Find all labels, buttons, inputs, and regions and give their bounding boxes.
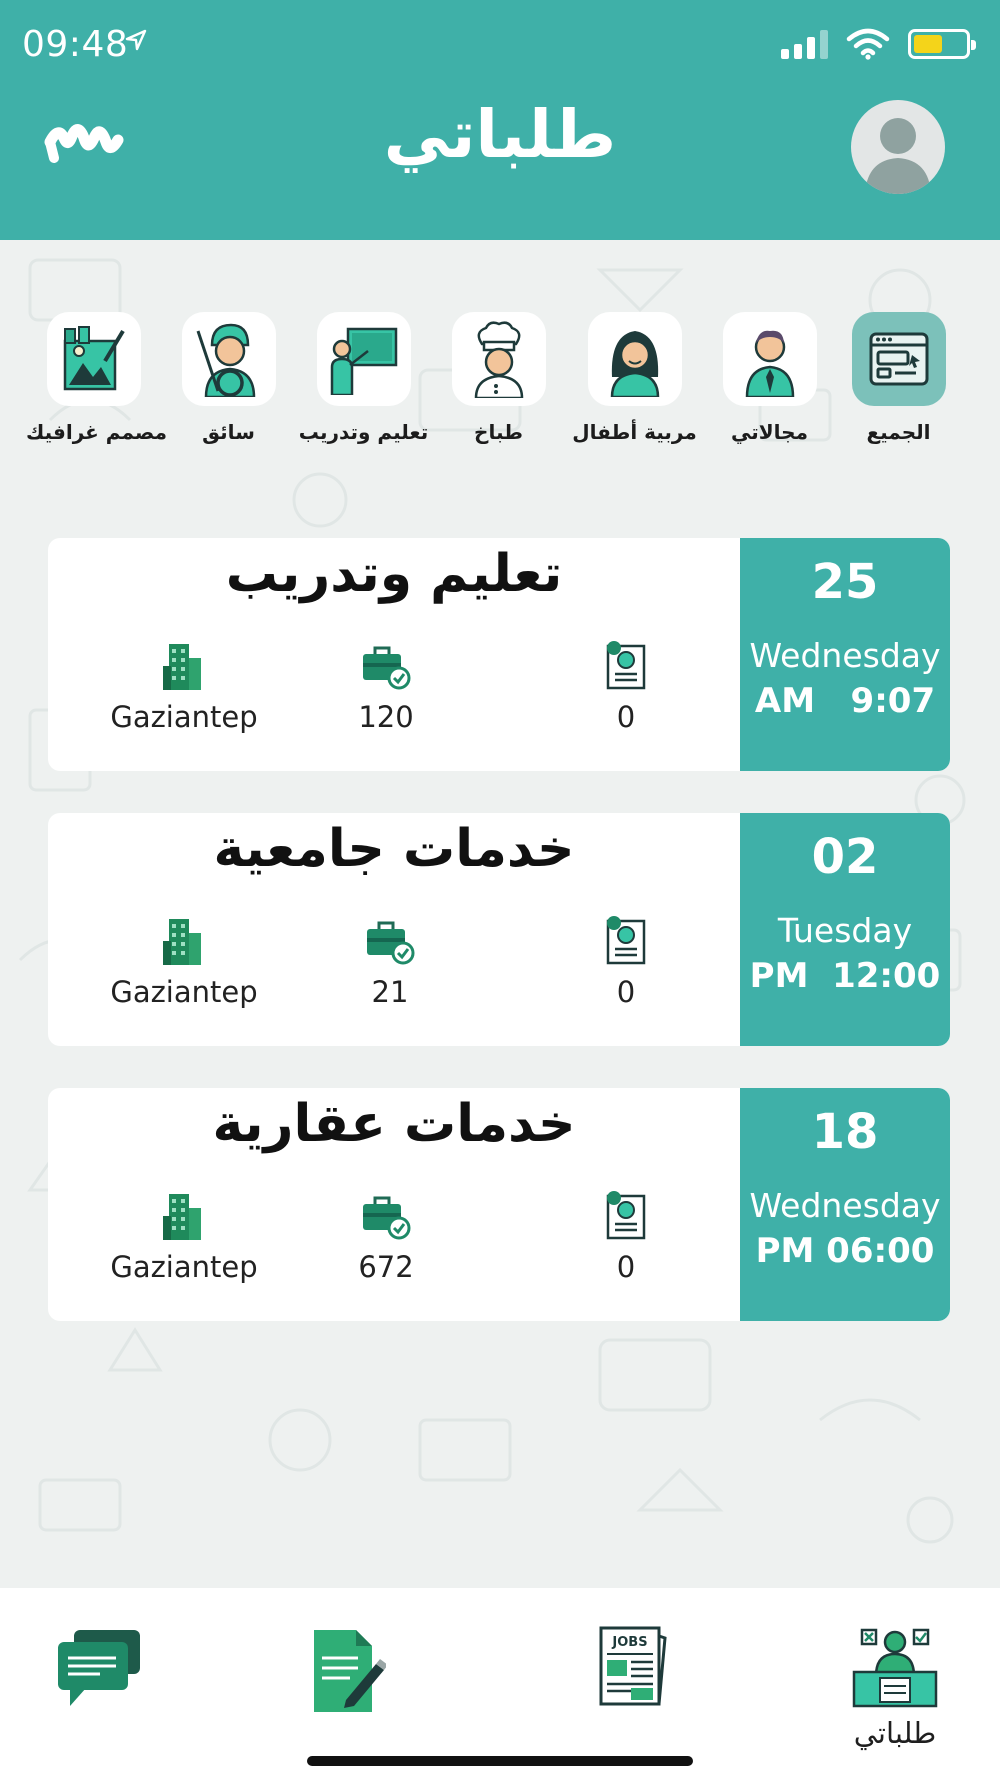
category-teaching-training[interactable]: تعليم وتدريب [296, 312, 431, 444]
city-buildings-icon [163, 644, 201, 690]
city-value: Gaziantep [110, 1250, 258, 1284]
resume-profile-icon [606, 916, 646, 965]
request-card[interactable]: خدمات جامعية Gaziantep 21 0 02 Tuesday P… [48, 813, 950, 1046]
applicants-value: 0 [616, 975, 636, 1009]
businessman-icon [745, 330, 794, 397]
category-tile [722, 312, 817, 406]
status-icons [781, 28, 976, 60]
nav-jobs[interactable]: JOBS [597, 1624, 669, 1712]
date-time: PM 12:00 [749, 956, 941, 996]
request-date-panel: 02 Tuesday PM 12:00 [740, 813, 950, 1046]
request-title: خدمات عقارية [212, 1094, 576, 1154]
category-nanny[interactable]: مربية أطفال [567, 312, 702, 444]
category-driver[interactable]: سائق [161, 312, 296, 444]
briefcase-check-icon [363, 646, 411, 690]
category-label: تعليم وتدريب [298, 420, 429, 444]
date-weekday: Tuesday [777, 911, 913, 950]
jobs-icon-text: JOBS [611, 1635, 647, 1650]
category-tile [316, 312, 411, 406]
request-date-panel: 18 Wednesday PM 06:00 [740, 1088, 950, 1321]
category-tile [181, 312, 276, 406]
nav-new-request[interactable] [310, 1628, 388, 1718]
applicants-value: 0 [616, 700, 636, 734]
category-label: سائق [202, 420, 255, 444]
request-applicants-count: 0 [576, 907, 676, 1009]
teacher-board-icon [330, 327, 397, 395]
request-applicants-count: 0 [576, 632, 676, 734]
category-tile [851, 312, 946, 406]
request-title: خدمات جامعية [213, 819, 575, 879]
document-pen-icon [314, 1630, 388, 1712]
city-buildings-icon [163, 1194, 201, 1240]
city-value: Gaziantep [110, 975, 258, 1009]
nanny-icon [610, 331, 659, 397]
request-jobs-count: 21 [340, 907, 440, 1009]
date-day: 02 [811, 829, 879, 885]
briefcase-check-icon [367, 921, 415, 965]
category-label: طباخ [474, 420, 523, 444]
category-label: الجميع [866, 420, 931, 444]
category-chef[interactable]: طباخ [431, 312, 566, 444]
profile-avatar[interactable] [851, 100, 945, 194]
applicant-desk-icon [852, 1628, 938, 1708]
city-value: Gaziantep [110, 700, 258, 734]
bottom-navigation: JOBS طلباتي [0, 1588, 1000, 1778]
category-label: مجالاتي [731, 420, 808, 444]
resume-profile-icon [606, 641, 646, 690]
status-time: 09:48 [22, 24, 129, 65]
nav-chat[interactable] [56, 1628, 142, 1712]
category-my-fields[interactable]: مجالاتي [702, 312, 837, 444]
chat-bubbles-icon [58, 1630, 140, 1706]
date-day: 18 [811, 1104, 879, 1160]
request-date-panel: 25 Wednesday AM 9:07 [740, 538, 950, 771]
briefcase-check-icon [363, 1196, 411, 1240]
all-window-icon [869, 332, 928, 386]
wifi-icon [846, 28, 890, 60]
home-indicator [307, 1756, 693, 1766]
battery-icon [908, 29, 976, 59]
user-silhouette-icon [865, 118, 931, 194]
jobs-newspaper-icon: JOBS [599, 1626, 667, 1706]
page-title: طلباتي [383, 96, 617, 173]
date-time: PM 06:00 [755, 1231, 935, 1271]
request-jobs-count: 672 [336, 1182, 436, 1284]
graphic-designer-icon [63, 326, 125, 391]
app-header: 09:48 طلباتي [0, 0, 1000, 240]
date-weekday: Wednesday [749, 1186, 941, 1225]
nav-my-requests-label: طلباتي [853, 1716, 937, 1750]
location-arrow-icon [125, 29, 147, 51]
nav-my-requests[interactable]: طلباتي [848, 1628, 942, 1750]
category-tile [451, 312, 546, 406]
category-graphic-designer[interactable]: مصمم غرافيك [26, 312, 167, 444]
city-buildings-icon [163, 919, 201, 965]
date-time: AM 9:07 [754, 681, 936, 721]
category-label: مصمم غرافيك [26, 420, 167, 444]
category-tile [587, 312, 682, 406]
resume-profile-icon [606, 1191, 646, 1240]
category-label: مربية أطفال [572, 420, 697, 444]
date-weekday: Wednesday [749, 636, 941, 675]
request-applicants-count: 0 [576, 1182, 676, 1284]
signal-icon [781, 29, 828, 59]
request-city: Gaziantep [100, 907, 268, 1009]
category-tile [46, 312, 141, 406]
jobs-value: 120 [358, 700, 414, 734]
request-card[interactable]: تعليم وتدريب Gaziantep 120 0 25 Wednesda… [48, 538, 950, 771]
jobs-value: 21 [371, 975, 409, 1009]
request-jobs-count: 120 [336, 632, 436, 734]
request-card[interactable]: خدمات عقارية Gaziantep 672 0 18 Wednesda… [48, 1088, 950, 1321]
jobs-value: 672 [358, 1250, 414, 1284]
request-title: تعليم وتدريب [225, 544, 563, 604]
category-all[interactable]: الجميع [831, 312, 966, 444]
driver-icon [196, 323, 255, 397]
date-day: 25 [811, 554, 879, 610]
applicants-value: 0 [616, 1250, 636, 1284]
request-city: Gaziantep [100, 1182, 268, 1284]
chef-icon [474, 321, 523, 398]
request-city: Gaziantep [100, 632, 268, 734]
